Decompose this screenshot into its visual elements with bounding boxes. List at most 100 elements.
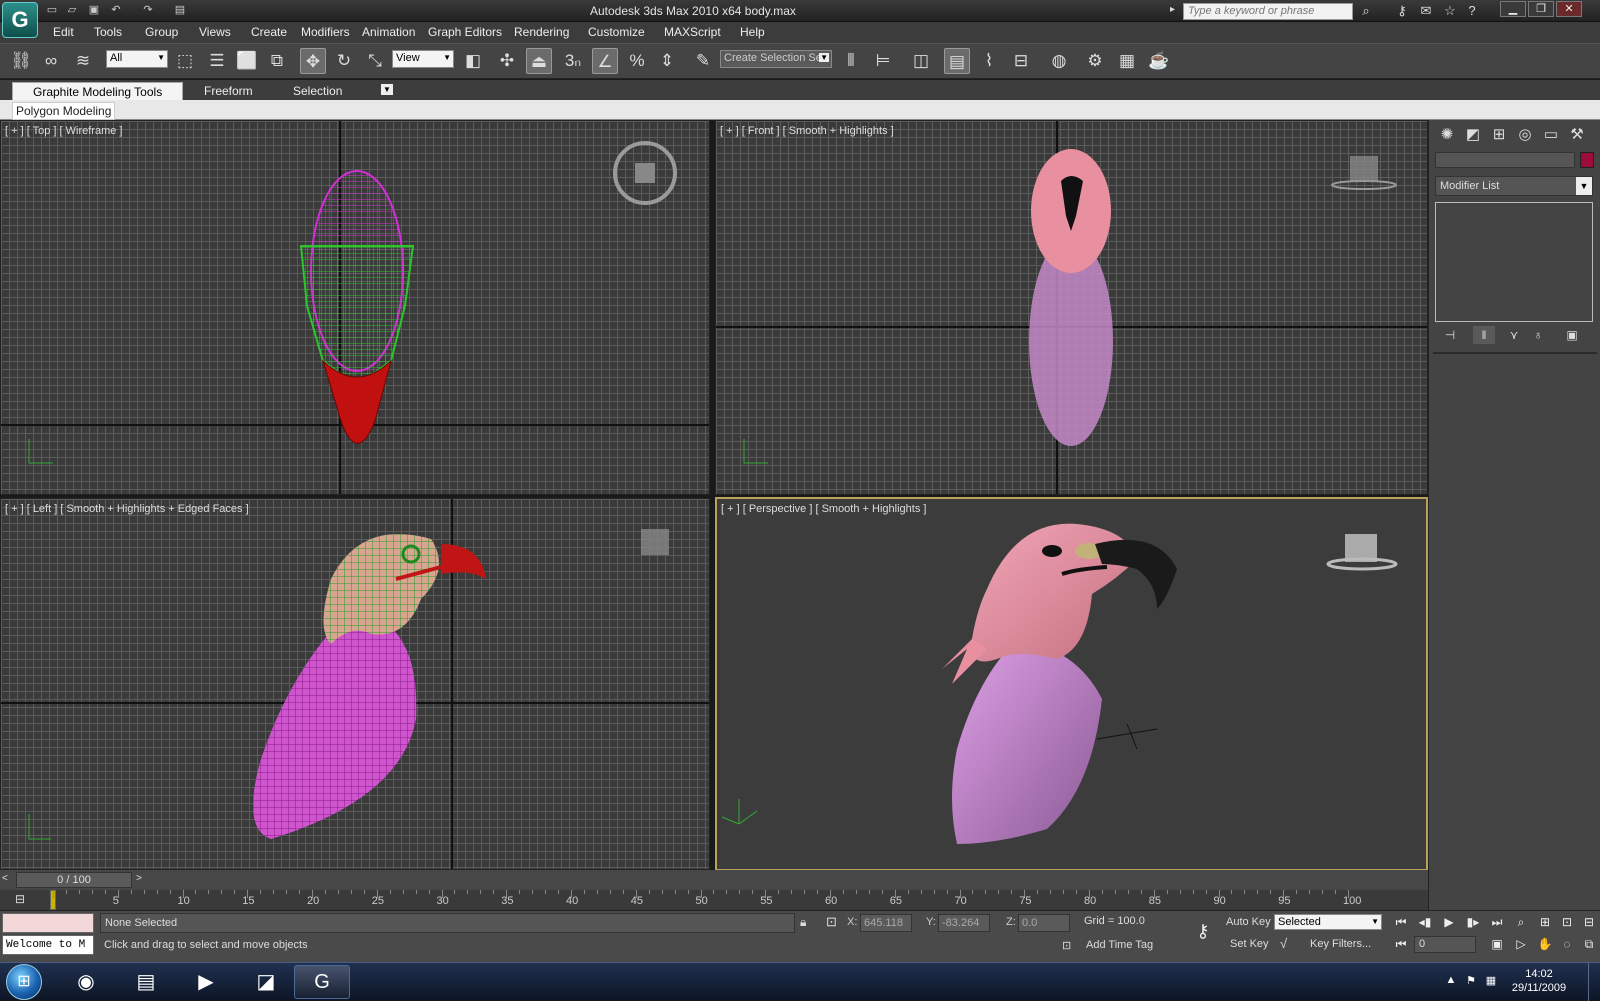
- favorites-star-icon[interactable]: ☆: [1440, 2, 1460, 20]
- project-folder-icon[interactable]: ▤: [172, 3, 188, 18]
- viewport-perspective[interactable]: [ + ] [ Perspective ] [ Smooth + Highlig…: [715, 497, 1428, 871]
- z-coord-field[interactable]: 0.0: [1018, 914, 1070, 932]
- select-by-name-icon[interactable]: ☰: [204, 48, 230, 74]
- y-coord-field[interactable]: -83.264: [938, 914, 990, 932]
- viewport-left[interactable]: [ + ] [ Left ] [ Smooth + Highlights + E…: [0, 498, 710, 870]
- select-manipulate-icon[interactable]: ✣: [494, 48, 520, 74]
- display-tab-icon[interactable]: ▭: [1539, 124, 1563, 146]
- time-tag-icon[interactable]: ⊡: [1062, 939, 1071, 952]
- snaps-toggle-icon[interactable]: 3ₙ: [560, 48, 586, 74]
- go-to-end-icon[interactable]: ⏭: [1486, 913, 1508, 931]
- object-name-field[interactable]: [1435, 152, 1575, 168]
- maxscript-listener-input[interactable]: Welcome to M: [2, 935, 94, 955]
- application-menu-icon[interactable]: G: [2, 2, 38, 38]
- add-time-tag[interactable]: Add Time Tag: [1086, 939, 1153, 951]
- 3ds-max-taskbar-icon[interactable]: G: [294, 965, 350, 999]
- maxscript-listener-top[interactable]: [2, 913, 94, 933]
- mirror-icon[interactable]: ⫴: [838, 48, 864, 74]
- curve-editor-icon[interactable]: ⌇: [976, 48, 1002, 74]
- redo-icon[interactable]: ↷: [140, 3, 156, 18]
- tray-clock[interactable]: 14:02 29/11/2009: [1504, 967, 1574, 995]
- modify-tab-icon[interactable]: ◩: [1461, 124, 1485, 146]
- unlink-icon[interactable]: ∞: [38, 48, 64, 74]
- tray-flag-icon[interactable]: ⚑: [1464, 974, 1478, 988]
- select-and-rotate-icon[interactable]: ↻: [331, 48, 357, 74]
- zoom-extents-icon[interactable]: ⊡: [1556, 913, 1578, 931]
- media-player-icon[interactable]: ▶: [178, 965, 234, 999]
- auto-key-button[interactable]: Auto Key: [1226, 916, 1271, 928]
- subscription-key-icon[interactable]: ⚷: [1392, 2, 1412, 20]
- menu-group[interactable]: Group: [145, 25, 178, 39]
- firefox-icon[interactable]: ◉: [58, 965, 114, 999]
- viewport-front[interactable]: [ + ] [ Front ] [ Smooth + Highlights ]: [715, 120, 1428, 495]
- tray-volume-icon[interactable]: [1486, 974, 1500, 988]
- mini-curve-editor-icon[interactable]: ⊟: [10, 892, 30, 908]
- current-frame-field[interactable]: 0: [1414, 936, 1476, 953]
- zoom-all-icon[interactable]: ⊞: [1534, 913, 1556, 931]
- play-icon[interactable]: ▶: [1438, 913, 1460, 931]
- next-frame-icon[interactable]: ▮▸: [1462, 913, 1484, 931]
- pan-view-icon[interactable]: ✋: [1534, 935, 1556, 953]
- field-of-view-icon[interactable]: ▷: [1510, 935, 1532, 953]
- key-filters-button[interactable]: Key Filters...: [1310, 938, 1371, 950]
- remove-modifier-icon[interactable]: ♁: [1527, 326, 1549, 344]
- close-button[interactable]: ✕: [1556, 1, 1582, 17]
- save-icon[interactable]: ▣: [86, 3, 102, 18]
- default-in-out-tangents-icon[interactable]: √: [1280, 936, 1287, 951]
- track-bar[interactable]: ⊟ 5 10 15 20 25 30 35 40 45 50 55 60 65 70 75 80 85 90 95 1…: [0, 890, 1428, 910]
- utilities-tab-icon[interactable]: ⚒: [1565, 124, 1589, 146]
- make-unique-icon[interactable]: ⋎: [1503, 326, 1525, 344]
- modifier-stack[interactable]: [1435, 202, 1593, 322]
- sticky-notes-icon[interactable]: ◪: [238, 965, 294, 999]
- help-search-input[interactable]: Type a keyword or phrase: [1183, 3, 1353, 20]
- time-slider-counter[interactable]: 0 / 100: [16, 872, 132, 888]
- time-configuration-icon[interactable]: ▣: [1486, 935, 1508, 953]
- menu-help[interactable]: Help: [740, 25, 765, 39]
- undo-icon[interactable]: ↶: [108, 3, 124, 18]
- help-icon[interactable]: ?: [1462, 2, 1482, 20]
- named-selection-sets-dropdown[interactable]: Create Selection Se ▼: [720, 50, 832, 68]
- search-binoculars-icon[interactable]: ⌕: [1356, 2, 1376, 20]
- menu-create[interactable]: Create: [251, 25, 287, 39]
- menu-modifiers[interactable]: Modifiers: [301, 25, 350, 39]
- set-key-icon[interactable]: ⚷: [1186, 921, 1220, 945]
- select-and-move-icon[interactable]: ✥: [300, 48, 326, 74]
- time-slider-next-icon[interactable]: >: [136, 873, 142, 884]
- tab-selection[interactable]: Selection: [273, 82, 362, 100]
- set-key-button[interactable]: Set Key: [1230, 938, 1269, 950]
- pin-stack-icon[interactable]: ⊣: [1439, 326, 1461, 344]
- open-file-icon[interactable]: ▱: [64, 3, 80, 18]
- infocenter-expand-icon[interactable]: ▸: [1170, 4, 1182, 18]
- rendered-frame-window-icon[interactable]: ▦: [1114, 48, 1140, 74]
- spinner-snap-icon[interactable]: ⇕: [654, 48, 680, 74]
- minimize-button[interactable]: ▁: [1500, 1, 1526, 17]
- window-crossing-icon[interactable]: ⧉: [264, 48, 290, 74]
- link-icon[interactable]: ⛓: [8, 48, 34, 74]
- communication-center-icon[interactable]: ✉: [1416, 2, 1436, 20]
- menu-edit[interactable]: Edit: [53, 25, 74, 39]
- menu-views[interactable]: Views: [199, 25, 231, 39]
- new-file-icon[interactable]: ▭: [44, 3, 60, 18]
- selection-filter-dropdown[interactable]: All ▼: [106, 50, 168, 68]
- object-color-swatch[interactable]: [1580, 152, 1594, 168]
- zoom-icon[interactable]: ⌕: [1510, 913, 1532, 931]
- align-icon[interactable]: ⊨: [870, 48, 896, 74]
- key-mode-toggle-icon[interactable]: ⏮: [1390, 935, 1412, 953]
- x-coord-field[interactable]: 645.118: [860, 914, 912, 932]
- keyboard-shortcut-override-icon[interactable]: ⏏: [526, 48, 552, 74]
- polygon-modeling-panel-button[interactable]: Polygon Modeling: [12, 102, 116, 120]
- show-desktop-button[interactable]: [1588, 963, 1600, 1001]
- orbit-icon[interactable]: ◌: [1556, 935, 1578, 953]
- angle-snap-icon[interactable]: ∠: [592, 48, 618, 74]
- start-button[interactable]: ⊞: [6, 964, 42, 1000]
- motion-tab-icon[interactable]: ◎: [1513, 124, 1537, 146]
- menu-maxscript[interactable]: MAXScript: [664, 25, 721, 39]
- graphite-modeling-tools-icon[interactable]: ▤: [944, 48, 970, 74]
- hierarchy-tab-icon[interactable]: ⊞: [1487, 124, 1511, 146]
- pivot-center-icon[interactable]: ◧: [460, 48, 486, 74]
- render-setup-icon[interactable]: ⚙: [1082, 48, 1108, 74]
- viewport-top[interactable]: [ + ] [ Top ] [ Wireframe ]: [0, 120, 710, 495]
- menu-animation[interactable]: Animation: [362, 25, 415, 39]
- layer-manager-icon[interactable]: ◫: [908, 48, 934, 74]
- select-and-scale-icon[interactable]: ⤡: [362, 48, 388, 74]
